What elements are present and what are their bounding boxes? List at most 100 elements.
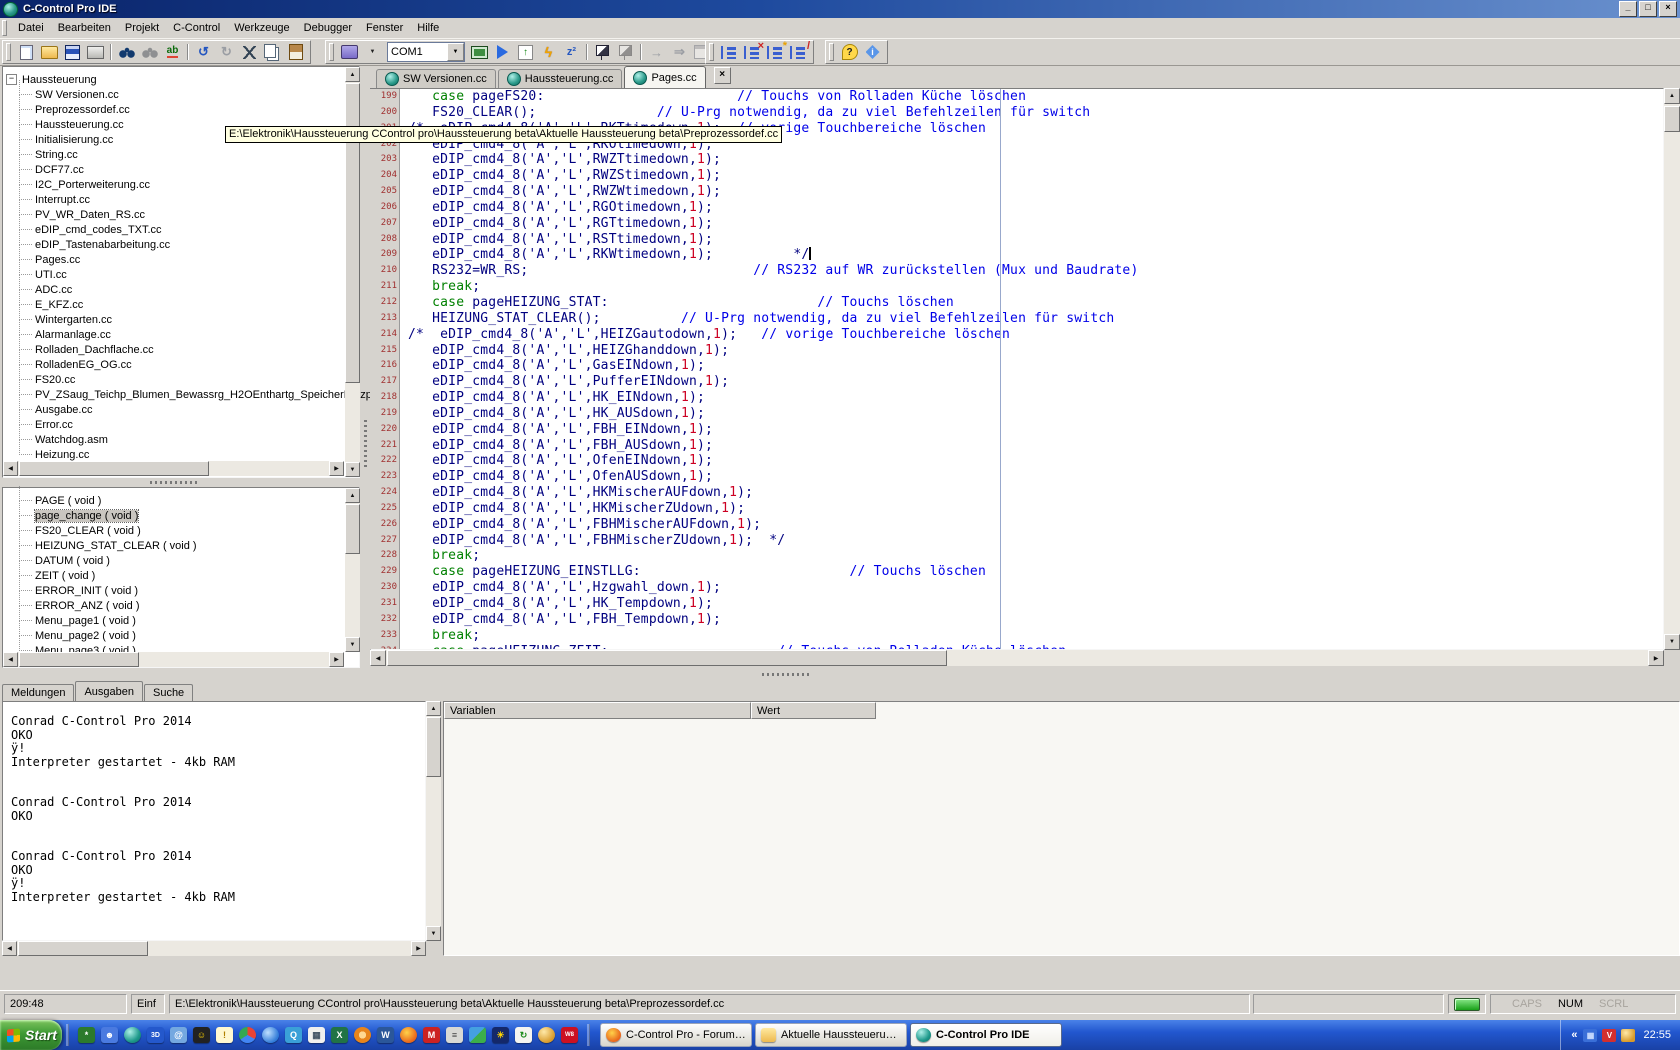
tab-pages-cc[interactable]: Pages.cc xyxy=(624,66,705,88)
undo-button[interactable]: ↺ xyxy=(192,42,215,62)
tray-expand-button[interactable] xyxy=(1571,1029,1577,1041)
taskbar-button-aktuelle-haussteuerung[interactable]: Aktuelle Haussteuerung ... xyxy=(755,1023,907,1047)
code-text[interactable]: eDIP_cmd4_8('A','L',Hzgwahl_down,1); xyxy=(400,580,721,596)
google-earth-icon[interactable] xyxy=(262,1027,279,1043)
editor-vscrollbar[interactable] xyxy=(1664,88,1680,650)
tree-item-alarmanlage-cc[interactable]: Alarmanlage.cc xyxy=(3,327,359,342)
tree-item-sw-versionen-cc[interactable]: SW Versionen.cc xyxy=(3,87,359,102)
menu-c-control[interactable]: C-Control xyxy=(166,19,227,37)
menu-bearbeiten[interactable]: Bearbeiten xyxy=(51,19,118,37)
save-file-button[interactable] xyxy=(61,42,84,62)
console-vscroll-thumb[interactable] xyxy=(426,717,441,777)
minimize-button[interactable] xyxy=(1619,1,1637,17)
main-vsplitter[interactable] xyxy=(360,66,370,668)
search-globe-icon[interactable]: Q xyxy=(285,1027,302,1043)
function-item-heizung-stat-clear-void[interactable]: HEIZUNG_STAT_CLEAR ( void ) xyxy=(3,538,359,553)
collapse-icon[interactable]: − xyxy=(6,74,17,85)
editor-hscroll-thumb[interactable] xyxy=(387,650,947,666)
tree-vscroll-down[interactable] xyxy=(345,462,360,477)
flash-button[interactable]: ϟ xyxy=(537,42,560,62)
c-control-icon[interactable] xyxy=(124,1027,141,1043)
code-text[interactable]: eDIP_cmd4_8('A','L',FBHMischerZUdown,1);… xyxy=(400,533,785,549)
tree-item-i2c-porterweiterung-cc[interactable]: I2C_Porterweiterung.cc xyxy=(3,177,359,192)
tree-item-wintergarten-cc[interactable]: Wintergarten.cc xyxy=(3,312,359,327)
close-tab-button[interactable] xyxy=(714,67,731,84)
function-hscroll-left[interactable] xyxy=(3,652,18,667)
code-text[interactable]: eDIP_cmd4_8('A','L',OfenAUSdown,1); xyxy=(400,469,713,485)
code-text[interactable]: eDIP_cmd4_8('A','L',FBH_EINdown,1); xyxy=(400,422,713,438)
tree-root[interactable]: − Haussteuerung xyxy=(3,72,359,87)
function-vscroll-up[interactable] xyxy=(345,488,360,503)
code-text[interactable]: eDIP_cmd4_8('A','L',HK_Tempdown,1); xyxy=(400,596,713,612)
code-text[interactable]: eDIP_cmd4_8('A','L',FBH_Tempdown,1); xyxy=(400,612,721,628)
tree-item-uti-cc[interactable]: UTI.cc xyxy=(3,267,359,282)
code-text[interactable]: HEIZUNG_STAT_CLEAR(); // U-Prg notwendig… xyxy=(400,311,1114,327)
taskbar-button-c-control-pro-forum[interactable]: C-Control Pro - Forum - ... xyxy=(600,1023,752,1047)
tree-item-adc-cc[interactable]: ADC.cc xyxy=(3,282,359,297)
firefox-icon[interactable] xyxy=(400,1027,417,1043)
code-text[interactable]: eDIP_cmd4_8('A','L',RSTtimedown,1); xyxy=(400,232,713,248)
tree-item-fs20-cc[interactable]: FS20.cc xyxy=(3,372,359,387)
replace-button[interactable]: ab xyxy=(161,42,184,62)
taskbar-button-c-control-pro-ide[interactable]: C-Control Pro IDE xyxy=(910,1023,1062,1047)
code-text[interactable]: eDIP_cmd4_8('A','L',FBH_AUSdown,1); xyxy=(400,438,713,454)
com-port-select[interactable]: COM1 xyxy=(387,42,465,62)
function-hscroll-right[interactable] xyxy=(329,652,344,667)
word-icon[interactable]: W xyxy=(377,1027,394,1043)
open-file-button[interactable] xyxy=(38,42,61,62)
tree-item-e-kfz-cc[interactable]: E_KFZ.cc xyxy=(3,297,359,312)
smiley-icon[interactable]: ☺ xyxy=(193,1027,210,1043)
code-text[interactable]: eDIP_cmd4_8('A','L',RWZTtimedown,1); xyxy=(400,152,721,168)
expand-all-button[interactable] xyxy=(718,42,741,62)
editor-vscroll-up[interactable] xyxy=(1664,88,1680,104)
info-button[interactable]: i xyxy=(861,42,884,62)
upload-program-button[interactable]: ↑ xyxy=(514,42,537,62)
code-text[interactable]: break; xyxy=(400,548,480,564)
code-text[interactable]: RS232=WR_RS; // RS232 auf WR zurückstell… xyxy=(400,263,1138,279)
code-text[interactable]: eDIP_cmd4_8('A','L',HKMischerZUdown,1); xyxy=(400,501,745,517)
main-vsplitter-grip[interactable] xyxy=(364,420,367,468)
find-button[interactable] xyxy=(115,42,138,62)
edit-project-button[interactable] xyxy=(787,42,810,62)
menu-projekt[interactable]: Projekt xyxy=(118,19,166,37)
tree-item-watchdog-asm[interactable]: Watchdog.asm xyxy=(3,432,359,447)
w8-icon[interactable]: W8 xyxy=(561,1027,578,1043)
3d-app-icon[interactable]: 3D xyxy=(147,1027,164,1043)
code-text[interactable]: break; xyxy=(400,628,480,644)
maximize-button[interactable] xyxy=(1639,1,1657,17)
weather-icon[interactable]: ☀ xyxy=(492,1027,509,1043)
editor-vscroll-thumb[interactable] xyxy=(1664,106,1680,132)
sleep-button[interactable]: z² xyxy=(560,42,583,62)
excel-icon[interactable]: X xyxy=(331,1027,348,1043)
code-text[interactable]: /* eDIP_cmd4_8('A','L',HEIZGautodown,1);… xyxy=(400,327,1010,343)
function-item-page-void[interactable]: PAGE ( void ) xyxy=(3,493,359,508)
menu-debugger[interactable]: Debugger xyxy=(297,19,359,37)
transfer-button[interactable] xyxy=(338,42,361,62)
function-item-error-init-void[interactable]: ERROR_INIT ( void ) xyxy=(3,583,359,598)
printer-icon[interactable]: ≡ xyxy=(446,1027,463,1043)
function-hscroll-thumb[interactable] xyxy=(19,652,139,667)
clock-icon[interactable] xyxy=(354,1027,371,1043)
code-text[interactable]: eDIP_cmd4_8('A','L',HKMischerAUFdown,1); xyxy=(400,485,753,501)
function-item-datum-void[interactable]: DATUM ( void ) xyxy=(3,553,359,568)
tab-haussteuerung-cc[interactable]: Haussteuerung.cc xyxy=(498,69,623,88)
tree-item-rolladeneg-og-cc[interactable]: RolladenEG_OG.cc xyxy=(3,357,359,372)
menu-hilfe[interactable]: Hilfe xyxy=(410,19,446,37)
code-text[interactable]: eDIP_cmd4_8('A','L',OfenEINdown,1); xyxy=(400,453,713,469)
tree-item-error-cc[interactable]: Error.cc xyxy=(3,417,359,432)
tree-item-pv-zsaug-teichp-blumen-bewassrg-h2oenthartg-speicherheizp-cc[interactable]: PV_ZSaug_Teichp_Blumen_Bewassrg_H2OEntha… xyxy=(3,387,359,402)
console-vscroll-up[interactable] xyxy=(426,701,441,716)
print-button[interactable] xyxy=(84,42,107,62)
tab-sw-versionen-cc[interactable]: SW Versionen.cc xyxy=(376,69,496,88)
com-port-dropdown-button[interactable] xyxy=(447,43,464,61)
transfer-menu-button[interactable]: ▼ xyxy=(361,42,384,62)
menu-fenster[interactable]: Fenster xyxy=(359,19,410,37)
console-hscroll-left[interactable] xyxy=(2,941,17,956)
run-button[interactable] xyxy=(491,42,514,62)
code-text[interactable]: eDIP_cmd4_8('A','L',HK_AUSdown,1); xyxy=(400,406,705,422)
tree-vscroll-up[interactable] xyxy=(345,67,360,82)
value-column-header[interactable]: Wert xyxy=(751,702,876,719)
dev-tool-icon[interactable]: * xyxy=(78,1027,95,1043)
function-item-error-anz-void[interactable]: ERROR_ANZ ( void ) xyxy=(3,598,359,613)
tree-item-edip-cmd-codes-txt-cc[interactable]: eDIP_cmd_codes_TXT.cc xyxy=(3,222,359,237)
